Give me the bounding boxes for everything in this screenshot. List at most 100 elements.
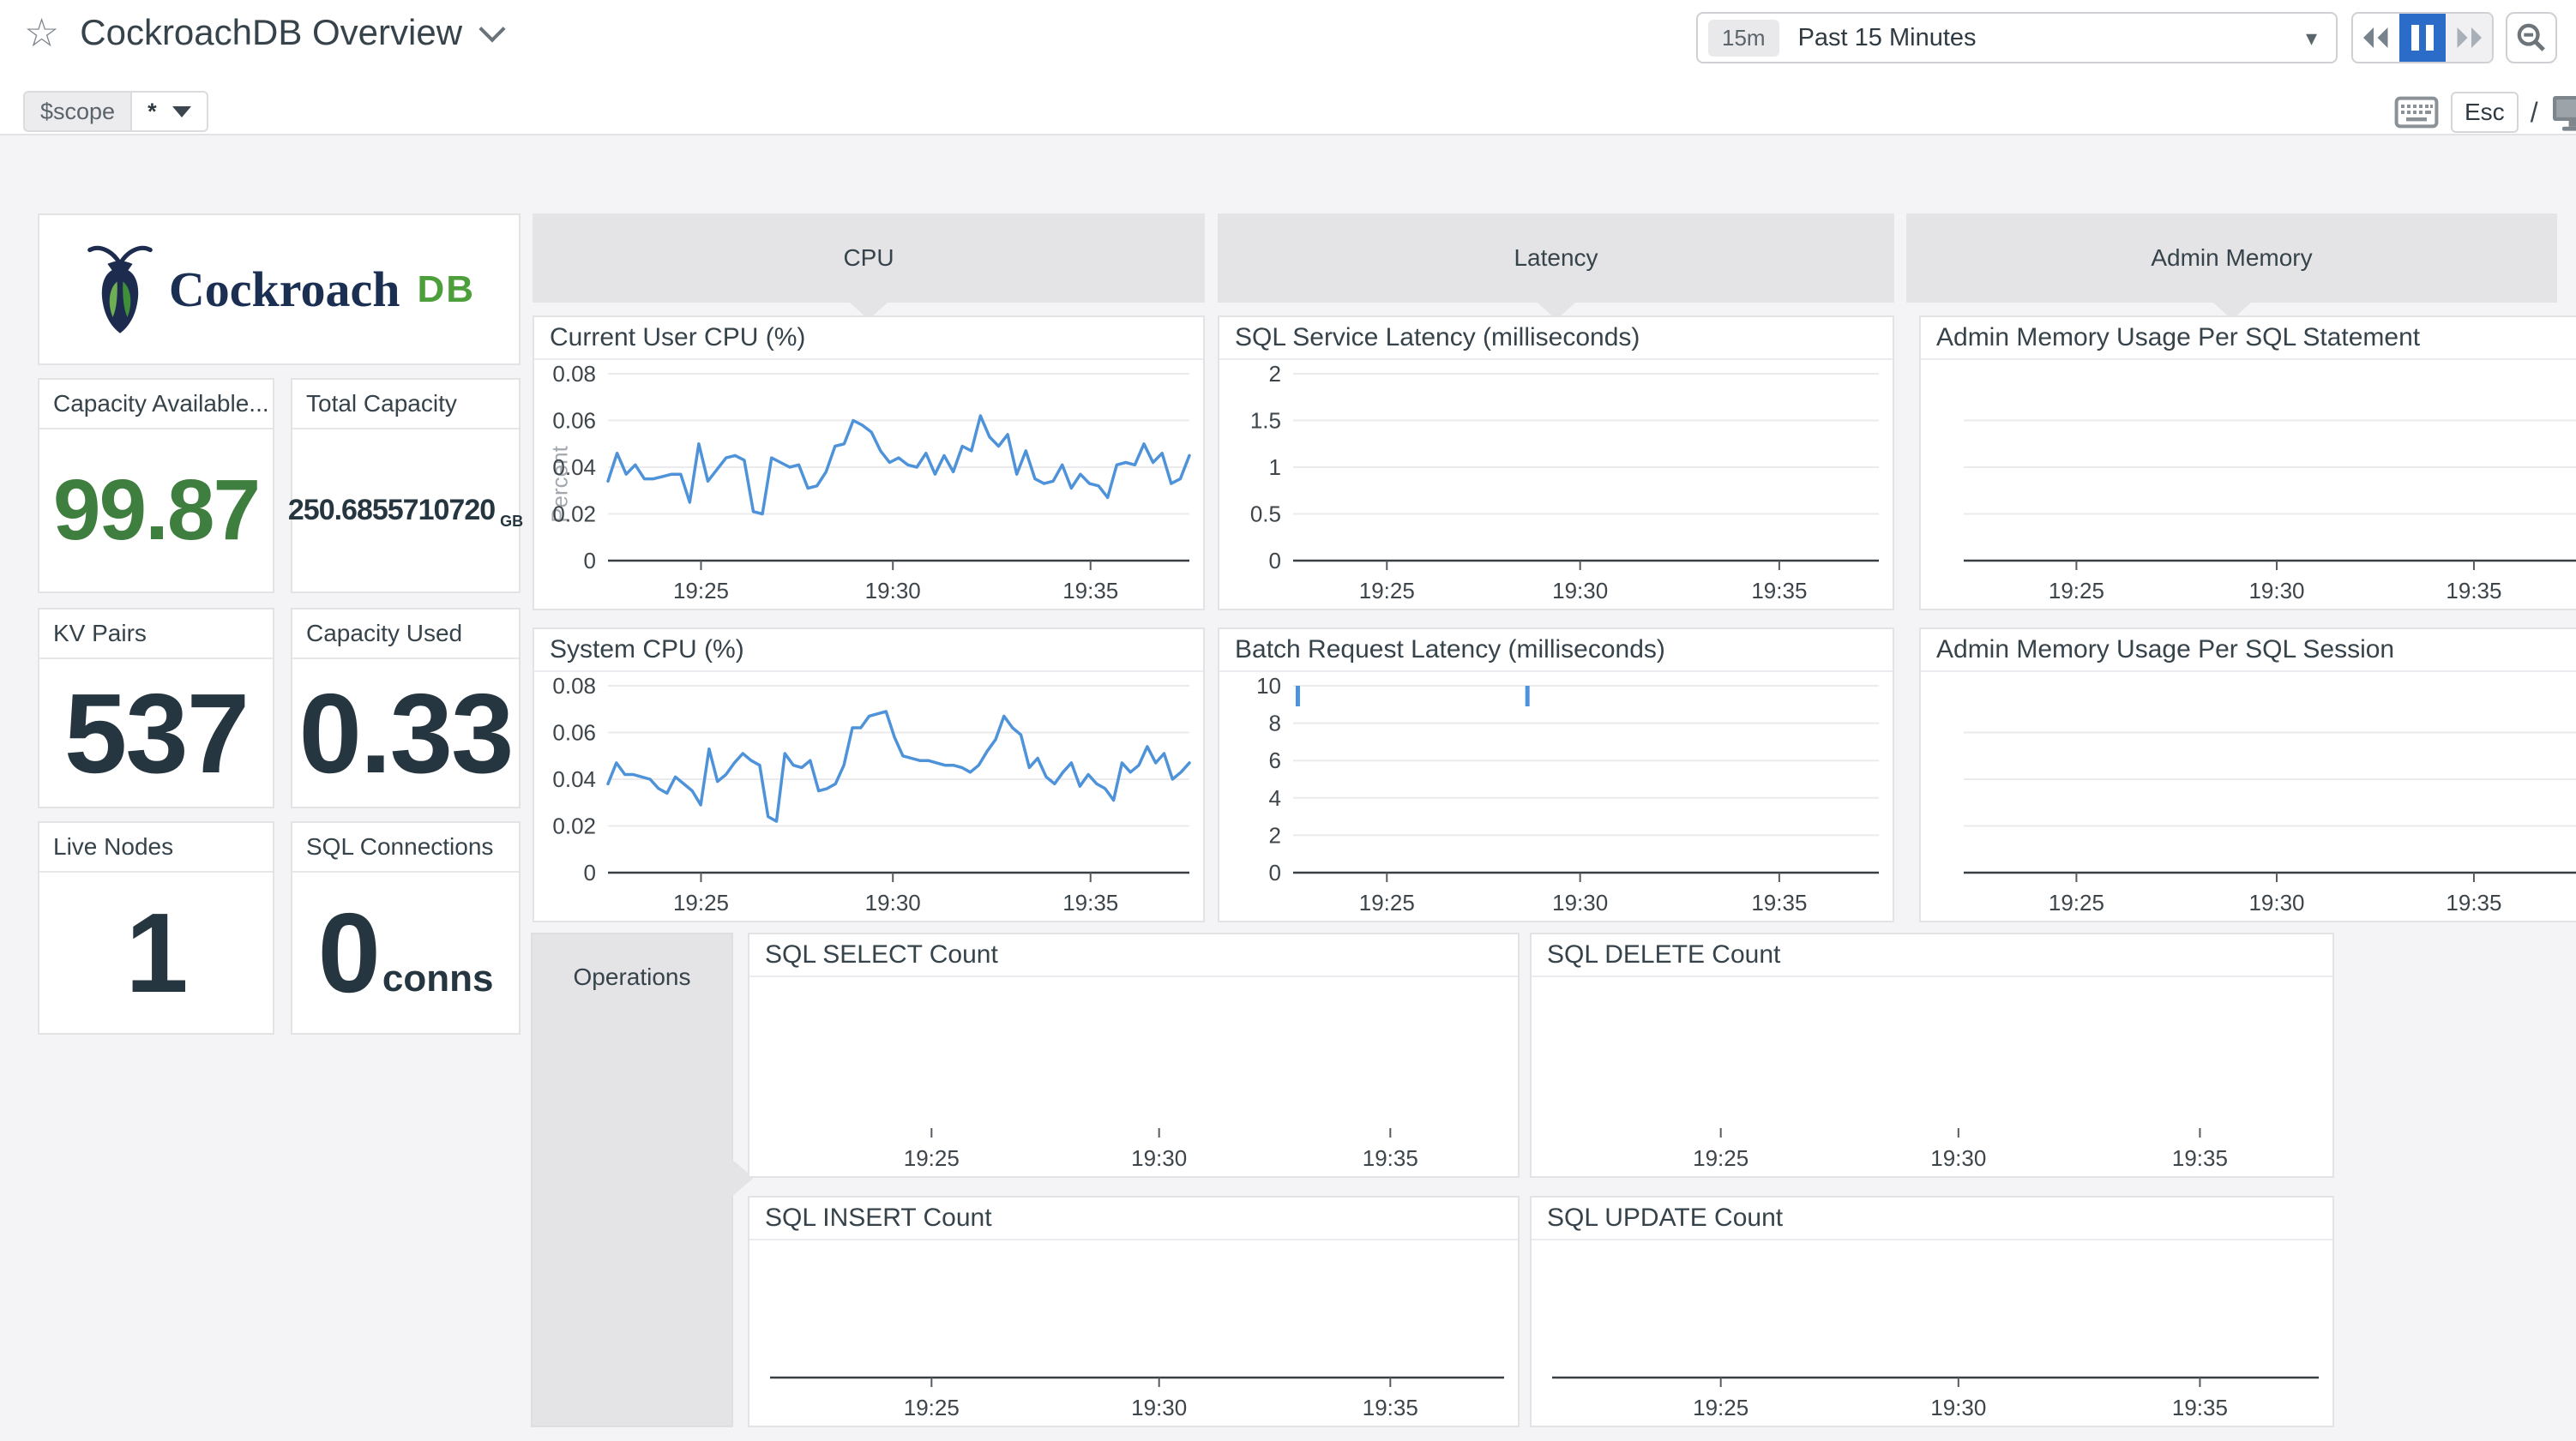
svg-text:0: 0 — [584, 548, 596, 573]
stat-label: Total Capacity — [292, 380, 519, 429]
time-range-selector[interactable]: 15m Past 15 Minutes ▾ — [1696, 12, 2338, 63]
svg-text:19:35: 19:35 — [2172, 1395, 2228, 1420]
group-header-operations[interactable]: Operations — [531, 933, 733, 1427]
svg-text:2: 2 — [1269, 822, 1281, 848]
chart-plot: 0.080.060.040.02019:2519:3019:35 — [534, 672, 1203, 921]
monitor-icon[interactable] — [2550, 93, 2576, 132]
chart-sql-insert-count[interactable]: SQL INSERT Count 19:2519:3019:35 — [748, 1196, 1520, 1427]
stat-value: 99.87 — [53, 461, 259, 560]
stat-card-capacity-available[interactable]: Capacity Available... 99.87 — [38, 378, 274, 593]
stat-unit: conns — [382, 958, 494, 1000]
chevron-down-icon[interactable] — [479, 15, 506, 42]
chart-system-cpu[interactable]: System CPU (%) 0.080.060.040.02019:2519:… — [533, 627, 1205, 922]
svg-text:19:30: 19:30 — [1930, 1395, 1986, 1420]
svg-text:1.5: 1.5 — [1250, 408, 1281, 434]
stat-label: SQL Connections — [292, 823, 519, 873]
svg-text:19:25: 19:25 — [2049, 890, 2104, 916]
chart-title: Admin Memory Usage Per SQL Session — [1921, 629, 2576, 672]
stat-label: Capacity Used — [292, 609, 519, 659]
chart-title: SQL Service Latency (milliseconds) — [1219, 317, 1893, 360]
stat-value: 1 — [125, 888, 186, 1018]
svg-text:0.06: 0.06 — [552, 408, 596, 434]
chart-plot: 19:25 19:30 19:35 — [1921, 672, 2576, 921]
chart-title: Current User CPU (%) — [534, 317, 1203, 360]
group-header-cpu[interactable]: CPU — [533, 213, 1205, 303]
svg-text:19:30: 19:30 — [1131, 1145, 1187, 1171]
svg-text:19:25: 19:25 — [673, 890, 729, 916]
stat-card-total-capacity[interactable]: Total Capacity 250.6855710720GB — [291, 378, 521, 593]
chart-plot: 19:2519:3019:35 — [1532, 977, 2332, 1176]
svg-text:19:30: 19:30 — [865, 578, 921, 603]
chart-title: SQL UPDATE Count — [1532, 1198, 2332, 1240]
pause-button[interactable] — [2399, 14, 2446, 62]
time-range-label: Past 15 Minutes — [1798, 24, 1977, 52]
fast-forward-button[interactable] — [2446, 14, 2492, 62]
scope-var-name: $scope — [23, 91, 130, 132]
stat-card-live-nodes[interactable]: Live Nodes 1 — [38, 821, 274, 1035]
svg-text:19:35: 19:35 — [1062, 890, 1118, 916]
svg-text:19:25: 19:25 — [2049, 578, 2104, 603]
chart-batch-request-latency[interactable]: Batch Request Latency (milliseconds) 108… — [1218, 627, 1894, 922]
scope-var-value-dropdown[interactable]: * — [130, 91, 208, 132]
svg-text:19:35: 19:35 — [2172, 1145, 2228, 1171]
svg-text:19:25: 19:25 — [1359, 890, 1415, 916]
chart-plot: Percent0.080.060.040.02019:2519:3019:35 — [534, 360, 1203, 609]
scope-var-value: * — [147, 99, 157, 125]
svg-text:19:25: 19:25 — [904, 1395, 960, 1420]
svg-text:19:35: 19:35 — [2446, 890, 2501, 916]
svg-text:19:25: 19:25 — [1359, 578, 1415, 603]
svg-text:6: 6 — [1269, 748, 1281, 773]
chart-title: System CPU (%) — [534, 629, 1203, 672]
scope-caret-icon — [172, 106, 191, 117]
svg-text:19:30: 19:30 — [1552, 890, 1608, 916]
favorite-star-icon[interactable]: ☆ — [24, 13, 59, 52]
stat-card-kv-pairs[interactable]: KV Pairs 537 — [38, 608, 274, 808]
chart-admin-memory-per-statement[interactable]: Admin Memory Usage Per SQL Statement 19:… — [1919, 315, 2576, 610]
svg-text:4: 4 — [1269, 785, 1281, 811]
chart-sql-update-count[interactable]: SQL UPDATE Count 19:2519:3019:35 — [1530, 1196, 2334, 1427]
chart-plot: 21.510.5019:2519:3019:35 — [1219, 360, 1893, 609]
stat-label: KV Pairs — [39, 609, 273, 659]
svg-text:0.02: 0.02 — [552, 501, 596, 527]
stat-card-capacity-used[interactable]: Capacity Used 0.33 — [291, 608, 521, 808]
top-header: ☆ CockroachDB Overview 15m Past 15 Minut… — [0, 0, 2576, 135]
stat-value: 250.6855710720 — [288, 494, 495, 527]
svg-text:2: 2 — [1269, 361, 1281, 387]
chart-admin-memory-per-session[interactable]: Admin Memory Usage Per SQL Session 19:25… — [1919, 627, 2576, 922]
cockroach-bug-icon — [83, 242, 157, 338]
keyboard-icon — [2394, 96, 2439, 129]
chart-title: Admin Memory Usage Per SQL Statement — [1921, 317, 2576, 360]
slash-separator: / — [2531, 97, 2538, 129]
chart-sql-service-latency[interactable]: SQL Service Latency (milliseconds) 2 1.5 1… — [1218, 315, 1894, 610]
chart-plot: 108642019:2519:3019:35 — [1219, 672, 1893, 921]
stat-label: Capacity Available... — [39, 380, 273, 429]
svg-text:19:25: 19:25 — [673, 578, 729, 603]
svg-text:0.04: 0.04 — [552, 766, 596, 792]
svg-text:19:30: 19:30 — [865, 890, 921, 916]
svg-text:19:30: 19:30 — [1552, 578, 1608, 603]
group-header-latency[interactable]: Latency — [1218, 213, 1894, 303]
logo-suffix: DB — [418, 268, 476, 311]
dashboard-page: ☆ CockroachDB Overview 15m Past 15 Minut… — [0, 0, 2576, 1441]
svg-text:19:25: 19:25 — [904, 1145, 960, 1171]
chart-current-user-cpu[interactable]: Current User CPU (%) Percent0.080.060.04… — [533, 315, 1205, 610]
keyboard-hints: Esc / — [2394, 91, 2576, 134]
group-header-admin-memory[interactable]: Admin Memory — [1906, 213, 2557, 303]
chart-plot: 19:2519:3019:35 — [749, 1240, 1518, 1426]
chart-title: Batch Request Latency (milliseconds) — [1219, 629, 1893, 672]
dashboard-title-group[interactable]: ☆ CockroachDB Overview — [24, 12, 502, 53]
svg-text:19:35: 19:35 — [1062, 578, 1118, 603]
svg-text:0.08: 0.08 — [552, 673, 596, 699]
zoom-out-button[interactable] — [2506, 12, 2557, 63]
rewind-button[interactable] — [2353, 14, 2399, 62]
svg-text:0.5: 0.5 — [1250, 501, 1281, 527]
svg-text:1: 1 — [1269, 454, 1281, 480]
template-var-scope[interactable]: $scope * — [23, 91, 208, 132]
group-label: Admin Memory — [2151, 244, 2312, 272]
logo-wordmark: Cockroach — [169, 261, 400, 318]
stat-card-sql-connections[interactable]: SQL Connections 0conns — [291, 821, 521, 1035]
chart-sql-delete-count[interactable]: SQL DELETE Count 19:2519:3019:35 — [1530, 933, 2334, 1178]
svg-text:0.06: 0.06 — [552, 720, 596, 746]
svg-text:19:30: 19:30 — [2248, 890, 2304, 916]
chart-sql-select-count[interactable]: SQL SELECT Count 19:2519:3019:35 — [748, 933, 1520, 1178]
